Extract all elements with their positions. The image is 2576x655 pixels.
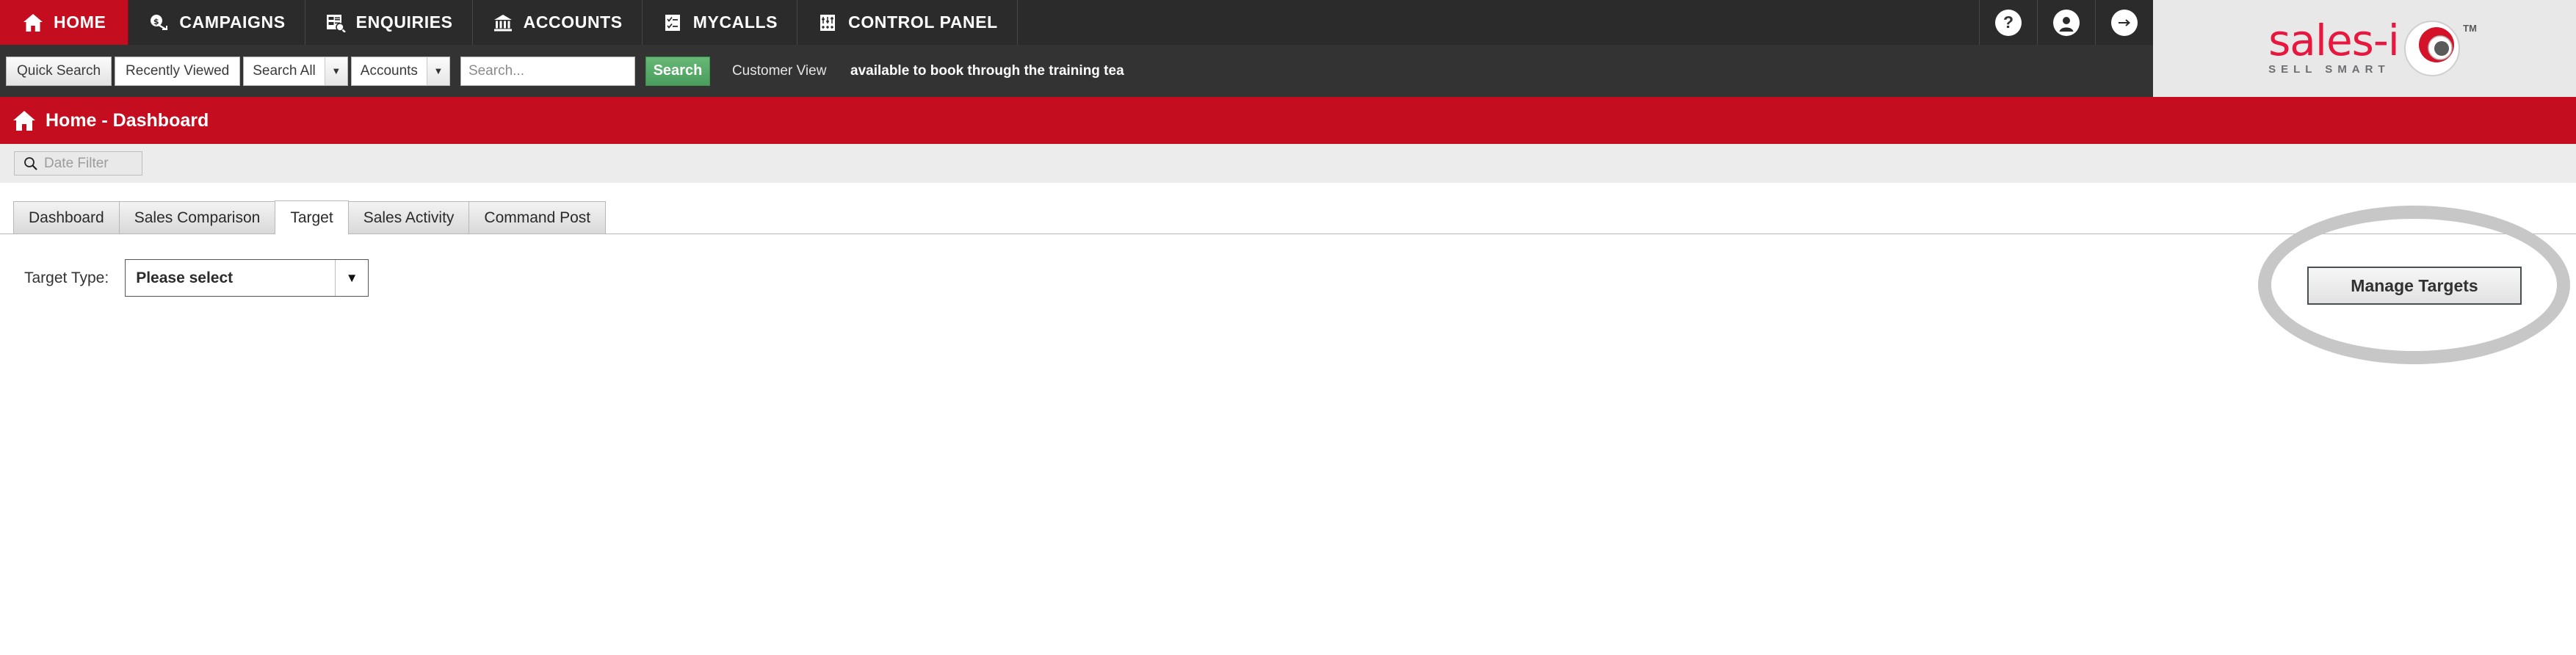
quick-search-label: Quick Search [17, 62, 101, 79]
filter-bar: Date Filter [0, 144, 2576, 183]
customer-view-label: Customer View [731, 62, 827, 79]
tab-label: Dashboard [29, 209, 104, 226]
nav-item-campaigns[interactable]: $ CAMPAIGNS [129, 0, 305, 45]
nav-item-label: CONTROL PANEL [848, 12, 998, 32]
announcement-ticker: ly be available to book through the trai… [847, 57, 2153, 86]
target-type-row: Target Type: Please select ▼ [0, 259, 369, 297]
quick-search-tab[interactable]: Quick Search [6, 56, 112, 86]
home-icon [12, 109, 37, 131]
nav-item-home[interactable]: HOME [0, 0, 129, 45]
manage-targets-button[interactable]: Manage Targets [2307, 267, 2522, 305]
search-all-label: Search All [253, 62, 316, 79]
target-type-select[interactable]: Please select ▼ [125, 259, 369, 297]
tab-list: Dashboard Sales Comparison Target Sales … [13, 200, 607, 236]
svg-text:$: $ [153, 17, 159, 26]
tab-dashboard[interactable]: Dashboard [13, 201, 120, 234]
announcement-ticker-text: ly be available to book through the trai… [847, 62, 1124, 79]
nav-item-mycalls[interactable]: MYCALLS [643, 0, 798, 45]
manage-targets-area: Manage Targets [2258, 206, 2570, 364]
campaigns-icon: $ [148, 12, 170, 34]
date-filter-label: Date Filter [44, 155, 109, 171]
tab-bar: Dashboard Sales Comparison Target Sales … [0, 183, 2576, 236]
chevron-down-icon: ▼ [335, 260, 368, 296]
nav-item-label: ENQUIRIES [355, 12, 453, 32]
recently-viewed-label: Recently Viewed [126, 62, 230, 79]
logo-eye-icon: TM [2403, 20, 2477, 77]
nav-spacer [1018, 0, 1980, 45]
page-header: HOME $ CAMPAIGNS ENQUIRIES ACCOUNTS MYCA… [0, 0, 2576, 97]
recently-viewed-tab[interactable]: Recently Viewed [115, 56, 241, 86]
search-input[interactable] [460, 56, 635, 86]
main-content: Target Type: Please select ▼ [0, 234, 2576, 655]
logout-arrow-icon [2111, 9, 2138, 36]
home-icon [22, 12, 44, 34]
nav-item-control-panel[interactable]: CONTROL PANEL [797, 0, 1018, 45]
search-magnifier-icon [23, 156, 37, 170]
manage-targets-label: Manage Targets [2351, 275, 2478, 295]
tab-label: Sales Activity [363, 209, 455, 226]
search-toolbar: Quick Search Recently Viewed Search All … [0, 45, 2153, 97]
date-filter-button[interactable]: Date Filter [14, 151, 142, 175]
logo-tagline: SELL SMART [2268, 62, 2390, 76]
accounts-dropdown[interactable]: Accounts ▼ [350, 56, 450, 86]
header-dark-panel: HOME $ CAMPAIGNS ENQUIRIES ACCOUNTS MYCA… [0, 0, 2153, 97]
help-button[interactable]: ? [1980, 0, 2038, 45]
tab-sales-comparison[interactable]: Sales Comparison [118, 201, 276, 234]
target-type-value: Please select [136, 269, 234, 286]
help-icon: ? [1995, 9, 2022, 36]
chevron-down-icon: ▼ [426, 57, 449, 85]
logout-button[interactable] [2096, 0, 2153, 45]
search-button-label: Search [653, 62, 703, 79]
customer-view-link[interactable]: Customer View [732, 63, 826, 79]
logo-wordmark: sales-i [2268, 15, 2400, 65]
accounts-dropdown-label: Accounts [360, 62, 418, 79]
nav-item-label: HOME [54, 12, 106, 32]
breadcrumb: Home - Dashboard [0, 97, 2576, 144]
control-panel-sliders-icon [817, 12, 839, 34]
enquiries-icon [325, 12, 347, 34]
nav-item-label: CAMPAIGNS [179, 12, 286, 32]
tab-sales-activity[interactable]: Sales Activity [347, 201, 470, 234]
tab-label: Sales Comparison [134, 209, 261, 226]
tab-label: Command Post [484, 209, 591, 226]
nav-item-label: ACCOUNTS [523, 12, 623, 32]
target-type-label: Target Type: [24, 269, 109, 286]
mycalls-checklist-icon [662, 12, 684, 34]
chevron-down-icon: ▼ [324, 57, 347, 85]
user-account-icon [2053, 9, 2080, 36]
tab-target[interactable]: Target [275, 200, 349, 236]
page-title: Home - Dashboard [46, 109, 209, 131]
search-button[interactable]: Search [645, 56, 710, 86]
brand-logo: sales-i SELL SMART TM [2153, 0, 2576, 97]
accounts-bank-icon [492, 12, 514, 34]
application-window: HOME $ CAMPAIGNS ENQUIRIES ACCOUNTS MYCA… [0, 0, 2576, 655]
tab-command-post[interactable]: Command Post [468, 201, 607, 234]
logo-trademark: TM [2463, 23, 2477, 34]
nav-item-enquiries[interactable]: ENQUIRIES [305, 0, 473, 45]
nav-item-label: MYCALLS [692, 12, 778, 32]
search-all-dropdown[interactable]: Search All ▼ [243, 56, 348, 86]
tab-label: Target [290, 209, 333, 226]
nav-item-accounts[interactable]: ACCOUNTS [473, 0, 643, 45]
user-account-button[interactable] [2038, 0, 2096, 45]
logo-wordmark-block: sales-i SELL SMART [2268, 15, 2400, 76]
main-navigation: HOME $ CAMPAIGNS ENQUIRIES ACCOUNTS MYCA… [0, 0, 2153, 46]
